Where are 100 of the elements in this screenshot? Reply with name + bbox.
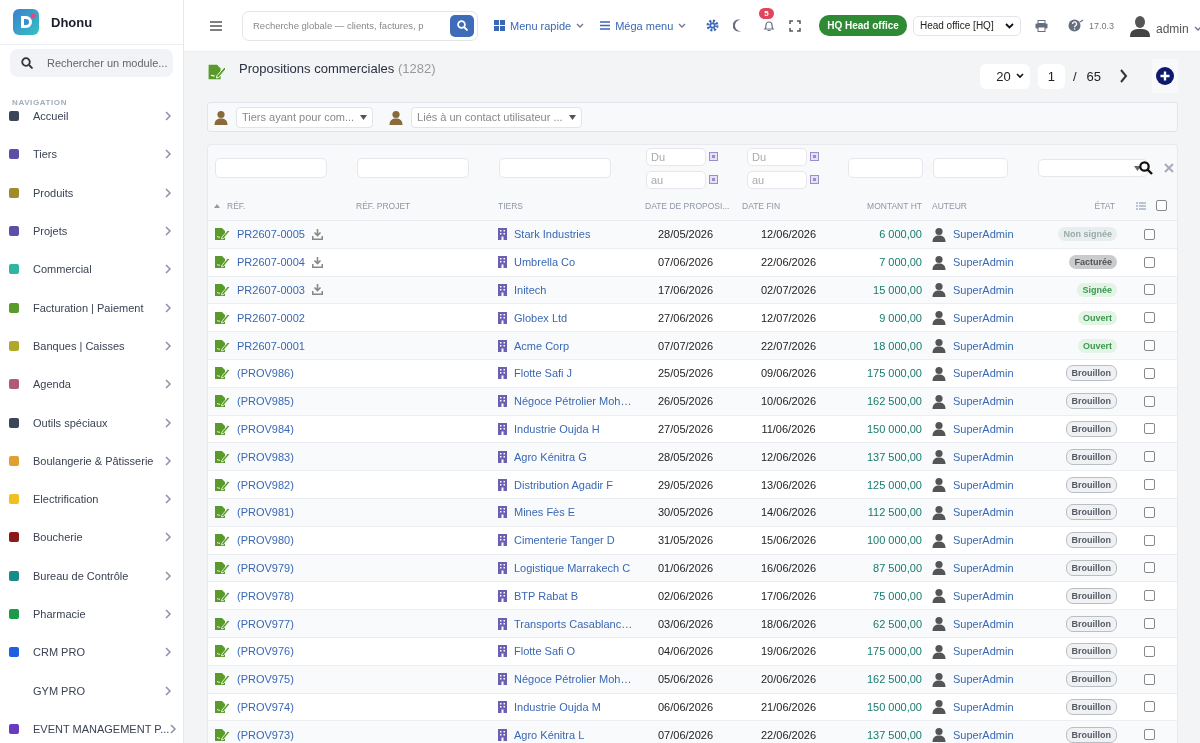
author-link[interactable]: SuperAdmin	[953, 256, 1014, 269]
author-link[interactable]: SuperAdmin	[953, 506, 1014, 519]
company-link[interactable]: Stark Industries	[514, 228, 591, 241]
filter-select[interactable]: Liés à un contact utilisateur ...	[411, 106, 582, 128]
reference-link[interactable]: (PROV982)	[237, 478, 294, 491]
reference-link[interactable]: PR2607-0004	[237, 256, 305, 269]
reference-link[interactable]: (PROV973)	[237, 728, 294, 741]
row-checkbox[interactable]	[1143, 590, 1155, 602]
column-header[interactable]: MONTANT HT	[867, 200, 922, 211]
author-link[interactable]: SuperAdmin	[953, 228, 1014, 241]
reference-link[interactable]: PR2607-0001	[237, 339, 305, 352]
reference-link[interactable]: (PROV983)	[237, 450, 294, 463]
row-checkbox[interactable]	[1143, 506, 1155, 518]
reference-link[interactable]: PR2607-0002	[237, 311, 305, 324]
author-link[interactable]: SuperAdmin	[953, 450, 1014, 463]
author-link[interactable]: SuperAdmin	[953, 367, 1014, 380]
company-link[interactable]: Mines Fès E	[514, 506, 576, 519]
author-link[interactable]: SuperAdmin	[953, 645, 1014, 658]
filter-input[interactable]	[933, 158, 1008, 178]
sidebar-item[interactable]: Projets	[33, 225, 164, 238]
row-checkbox[interactable]	[1143, 729, 1155, 741]
download-icon[interactable]	[311, 256, 323, 268]
reference-link[interactable]: (PROV976)	[237, 645, 294, 658]
sort-icon[interactable]	[214, 203, 220, 208]
sidebar-item[interactable]: GYM PRO	[33, 684, 164, 697]
filter-input[interactable]	[499, 158, 611, 178]
author-link[interactable]: SuperAdmin	[953, 700, 1014, 713]
filter-input[interactable]	[848, 158, 923, 178]
column-header[interactable]: RÉF. PROJET	[356, 200, 411, 211]
row-checkbox[interactable]	[1143, 701, 1155, 713]
sidebar-item[interactable]: Banques | Caisses	[33, 339, 164, 352]
row-checkbox[interactable]	[1143, 645, 1155, 657]
sidebar-item[interactable]: Commercial	[33, 263, 164, 276]
close-icon[interactable]	[1164, 163, 1174, 173]
download-icon[interactable]	[311, 228, 323, 240]
help-icon[interactable]	[1067, 19, 1084, 32]
filter-input[interactable]	[215, 158, 327, 178]
author-link[interactable]: SuperAdmin	[953, 422, 1014, 435]
row-checkbox[interactable]	[1143, 673, 1155, 685]
module-search-field[interactable]: Rechercher un module...	[47, 54, 172, 72]
company-link[interactable]: Cimenterie Tanger D	[514, 534, 615, 547]
company-link[interactable]: Initech	[514, 284, 547, 296]
print-icon[interactable]	[1034, 19, 1048, 32]
module-search-field[interactable]: Rechercher un module...	[10, 49, 173, 77]
search-icon[interactable]	[1139, 161, 1153, 175]
reference-link[interactable]: (PROV984)	[237, 422, 294, 435]
author-link[interactable]: SuperAdmin	[953, 395, 1014, 408]
author-link[interactable]: SuperAdmin	[953, 728, 1014, 741]
company-link[interactable]: Flotte Safi J	[514, 367, 573, 380]
reference-link[interactable]: (PROV986)	[237, 367, 294, 380]
next-page-icon[interactable]	[1119, 69, 1128, 83]
sidebar-item[interactable]: Agenda	[33, 378, 164, 391]
company-link[interactable]: BTP Rabat B	[514, 589, 578, 602]
sidebar-item[interactable]: Tiers	[33, 148, 164, 161]
sidebar-item[interactable]: Accueil	[33, 110, 164, 123]
search-button[interactable]	[450, 14, 474, 37]
row-checkbox[interactable]	[1143, 451, 1155, 463]
row-checkbox[interactable]	[1143, 284, 1155, 296]
row-checkbox[interactable]	[1143, 618, 1155, 630]
column-header[interactable]: ÉTAT	[1094, 200, 1115, 211]
mega-menu-button[interactable]: Méga menu	[600, 19, 687, 32]
per-page-select[interactable]: 20	[980, 63, 1030, 89]
row-checkbox[interactable]	[1143, 562, 1155, 574]
column-header[interactable]: TIERS	[498, 200, 524, 211]
reference-link[interactable]: (PROV974)	[237, 700, 294, 713]
fullscreen-icon[interactable]	[789, 19, 802, 32]
page-input[interactable]: 1	[1037, 63, 1065, 89]
sidebar-item[interactable]: Facturation | Paiement	[33, 301, 164, 314]
sidebar-item[interactable]: Outils spéciaux	[33, 416, 164, 429]
company-link[interactable]: Logistique Marrakech C	[514, 561, 631, 574]
company-link[interactable]: Umbrella Co	[514, 256, 576, 269]
row-checkbox[interactable]	[1143, 423, 1155, 435]
sidebar-item[interactable]: Pharmacie	[33, 608, 164, 620]
sidebar-item[interactable]: Boulangerie & Pâtisserie	[33, 454, 164, 467]
filter-input[interactable]	[357, 158, 469, 178]
author-link[interactable]: SuperAdmin	[953, 284, 1014, 296]
row-checkbox[interactable]	[1143, 228, 1155, 240]
author-link[interactable]: SuperAdmin	[953, 617, 1014, 630]
status-filter-select[interactable]	[1038, 159, 1148, 177]
row-checkbox[interactable]	[1143, 256, 1155, 268]
sidebar-item[interactable]: Produits	[33, 186, 164, 199]
menu-icon[interactable]	[210, 20, 222, 31]
company-link[interactable]: Globex Ltd	[514, 311, 568, 324]
sidebar-item[interactable]: Bureau de Contrôle	[33, 569, 164, 582]
reference-link[interactable]: (PROV979)	[237, 561, 294, 574]
reference-link[interactable]: (PROV978)	[237, 589, 294, 602]
author-link[interactable]: SuperAdmin	[953, 478, 1014, 491]
reference-link[interactable]: (PROV980)	[237, 534, 294, 547]
reference-link[interactable]: (PROV985)	[237, 395, 294, 408]
company-link[interactable]: Flotte Safi O	[514, 645, 576, 658]
author-link[interactable]: SuperAdmin	[953, 311, 1014, 324]
column-header[interactable]: AUTEUR	[932, 200, 967, 211]
company-link[interactable]: Agro Kénitra L	[514, 728, 585, 741]
company-link[interactable]: Distribution Agadir F	[514, 478, 614, 491]
entity-select[interactable]: Head office [HQ]	[912, 15, 1021, 36]
filter-select[interactable]: Tiers ayant pour com...	[236, 106, 374, 128]
company-link[interactable]: Agro Kénitra G	[514, 450, 587, 463]
company-link[interactable]: Industrie Oujda M	[514, 700, 601, 713]
reference-link[interactable]: (PROV981)	[237, 506, 294, 519]
sidebar-item[interactable]: EVENT MANAGEMENT P...	[33, 722, 170, 735]
